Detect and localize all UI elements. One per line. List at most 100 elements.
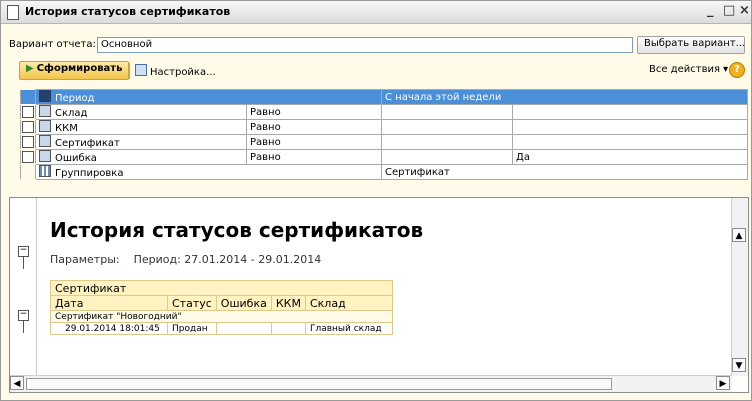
collapse-group-button[interactable]: − bbox=[18, 246, 29, 257]
settings-checkbox-cell bbox=[20, 119, 36, 135]
filter-icon bbox=[39, 120, 51, 132]
collapse-group-button[interactable]: − bbox=[18, 310, 29, 321]
settings-value[interactable] bbox=[381, 119, 513, 135]
settings-row-period[interactable]: Период С начала этой недели bbox=[20, 89, 748, 105]
grouping-gutter: − − bbox=[10, 198, 37, 376]
group-line bbox=[23, 257, 24, 269]
settings-checkbox[interactable] bbox=[22, 121, 34, 133]
settings-row[interactable]: ККМ Равно bbox=[20, 119, 748, 135]
scroll-right-icon[interactable]: ▶ bbox=[716, 376, 730, 390]
settings-checkbox[interactable] bbox=[22, 151, 34, 163]
title-bar: История статусов сертификатов _ □ × bbox=[1, 1, 751, 24]
vertical-scrollbar[interactable]: ▲ ▼ bbox=[731, 198, 748, 376]
minimize-button[interactable]: _ bbox=[707, 3, 714, 18]
settings-check-cell bbox=[20, 164, 36, 180]
document-icon bbox=[7, 5, 19, 20]
settings-name-text: Сертификат bbox=[55, 138, 120, 149]
settings-checkbox[interactable] bbox=[22, 106, 34, 118]
settings-button[interactable]: Настройка... bbox=[135, 64, 216, 78]
settings-row[interactable]: Склад Равно bbox=[20, 104, 748, 120]
column-header: Склад bbox=[304, 295, 393, 311]
report-table: Сертификат Дата Статус Ошибка ККМ Склад … bbox=[50, 280, 393, 335]
settings-name: Склад bbox=[35, 104, 247, 120]
filter-icon bbox=[39, 105, 51, 117]
cell-error bbox=[215, 322, 272, 335]
report-title: История статусов сертификатов bbox=[50, 218, 424, 242]
settings-name: ККМ bbox=[35, 119, 247, 135]
settings-condition[interactable]: Равно bbox=[246, 134, 382, 150]
settings-condition[interactable]: Равно bbox=[246, 119, 382, 135]
maximize-button[interactable]: □ bbox=[723, 3, 735, 18]
settings-check-cell bbox=[20, 89, 36, 105]
params-value: Период: 27.01.2014 - 29.01.2014 bbox=[133, 253, 322, 266]
settings-value[interactable] bbox=[381, 104, 513, 120]
filter-icon bbox=[39, 150, 51, 162]
toolbar-separator bbox=[129, 63, 130, 79]
settings-row[interactable]: Ошибка Равно Да bbox=[20, 149, 748, 165]
variant-field[interactable]: Основной bbox=[97, 37, 633, 53]
cell-status: Продан bbox=[167, 322, 217, 335]
settings-extra[interactable]: Да bbox=[512, 149, 748, 165]
settings-name: Группировка bbox=[35, 164, 382, 180]
cell-kkm bbox=[270, 322, 306, 335]
settings-name: Сертификат bbox=[35, 134, 247, 150]
variant-label: Вариант отчета: bbox=[9, 39, 96, 50]
settings-value[interactable]: Сертификат bbox=[381, 164, 748, 180]
period-icon bbox=[39, 90, 51, 102]
report-params: Параметры: Период: 27.01.2014 - 29.01.20… bbox=[50, 253, 321, 266]
scroll-thumb[interactable] bbox=[26, 378, 612, 390]
all-actions-menu[interactable]: Все действия ▾ bbox=[649, 64, 728, 75]
settings-checkbox-cell bbox=[20, 149, 36, 165]
choose-variant-button[interactable]: Выбрать вариант... bbox=[637, 36, 745, 54]
settings-name: Ошибка bbox=[35, 149, 247, 165]
group-header-cell: Сертификат bbox=[50, 280, 393, 296]
play-icon: ▶ bbox=[26, 63, 34, 74]
params-label: Параметры: bbox=[50, 253, 120, 266]
help-icon[interactable]: ? bbox=[729, 62, 745, 78]
column-header: Ошибка bbox=[215, 295, 272, 311]
settings-value[interactable] bbox=[381, 149, 513, 165]
settings-name-text: Склад bbox=[55, 108, 88, 119]
scroll-up-icon[interactable]: ▲ bbox=[732, 228, 746, 242]
table-row[interactable]: 29.01.2014 18:01:45 Продан Главный склад bbox=[50, 322, 393, 335]
settings-row-grouping[interactable]: Группировка Сертификат bbox=[20, 164, 748, 180]
column-header: Дата bbox=[50, 295, 168, 311]
settings-extra[interactable] bbox=[512, 119, 748, 135]
settings-icon bbox=[135, 64, 147, 76]
settings-extra[interactable] bbox=[512, 134, 748, 150]
grouping-icon bbox=[39, 165, 51, 177]
settings-checkbox[interactable] bbox=[22, 136, 34, 148]
settings-row[interactable]: Сертификат Равно bbox=[20, 134, 748, 150]
settings-name-text: ККМ bbox=[55, 123, 78, 134]
horizontal-scrollbar[interactable]: ◀ ▶ bbox=[10, 375, 732, 392]
close-button[interactable]: × bbox=[739, 3, 750, 18]
settings-button-label: Настройка... bbox=[150, 67, 216, 78]
generate-button[interactable]: ▶ Сформировать bbox=[19, 61, 130, 80]
settings-value[interactable]: С начала этой недели bbox=[381, 89, 748, 105]
settings-checkbox-cell bbox=[20, 104, 36, 120]
settings-value[interactable] bbox=[381, 134, 513, 150]
filter-icon bbox=[39, 135, 51, 147]
cell-date: 29.01.2014 18:01:45 bbox=[50, 322, 168, 335]
grouping-label: Группировка bbox=[55, 168, 124, 179]
report-area: − − История статусов сертификатов Параме… bbox=[9, 197, 749, 393]
settings-extra[interactable] bbox=[512, 104, 748, 120]
report-window: История статусов сертификатов _ □ × Вари… bbox=[0, 0, 752, 401]
settings-table: Период С начала этой недели Склад Равно … bbox=[20, 89, 748, 180]
settings-condition[interactable]: Равно bbox=[246, 104, 382, 120]
cell-warehouse: Главный склад bbox=[304, 322, 393, 335]
settings-name: Период bbox=[35, 89, 382, 105]
group-row[interactable]: Сертификат "Новогодний" bbox=[50, 310, 393, 323]
group-cell: Сертификат "Новогодний" bbox=[50, 310, 393, 323]
scroll-left-icon[interactable]: ◀ bbox=[10, 376, 24, 390]
table-header-group: Сертификат bbox=[50, 280, 393, 296]
settings-name-text: Ошибка bbox=[55, 153, 97, 164]
settings-condition[interactable]: Равно bbox=[246, 149, 382, 165]
column-header: Статус bbox=[167, 295, 217, 311]
window-title: История статусов сертификатов bbox=[25, 5, 231, 18]
scroll-down-icon[interactable]: ▼ bbox=[732, 358, 746, 372]
generate-button-label: Сформировать bbox=[36, 63, 123, 74]
column-header: ККМ bbox=[270, 295, 306, 311]
settings-checkbox-cell bbox=[20, 134, 36, 150]
group-line bbox=[23, 321, 24, 333]
